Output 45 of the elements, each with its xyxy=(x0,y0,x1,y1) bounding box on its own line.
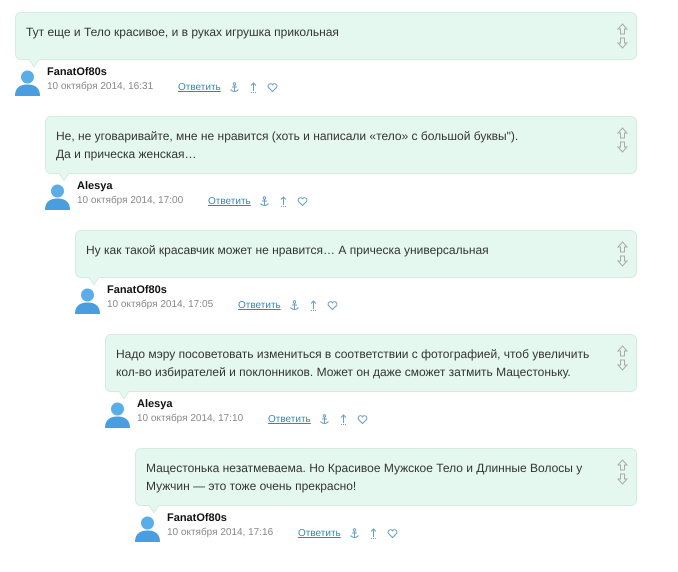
avatar-icon xyxy=(45,183,70,210)
comment-date: 10 октября 2014, 16:31 xyxy=(47,80,154,94)
comment-date: 10 октября 2014, 17:10 xyxy=(137,412,244,426)
anchor-icon[interactable] xyxy=(318,414,330,424)
vote-up-icon[interactable] xyxy=(617,23,628,35)
anchor-icon[interactable] xyxy=(228,82,240,92)
reply-link[interactable]: Ответить xyxy=(268,414,311,424)
author-name: FanatOf80s xyxy=(167,511,228,526)
vote-down-icon[interactable] xyxy=(617,255,628,267)
heart-icon[interactable] xyxy=(266,82,278,92)
heart-icon[interactable] xyxy=(356,414,368,424)
reply-link[interactable]: Ответить xyxy=(238,300,281,310)
avatar-icon xyxy=(15,69,40,96)
author-name: Alesya xyxy=(77,179,114,194)
author-name: Alesya xyxy=(137,397,174,412)
heart-icon[interactable] xyxy=(296,196,308,206)
comment-date: 10 октября 2014, 17:05 xyxy=(107,298,214,312)
anchor-icon[interactable] xyxy=(348,528,360,538)
vote-up-icon[interactable] xyxy=(617,127,628,139)
vote-down-icon[interactable] xyxy=(617,359,628,371)
anchor-icon[interactable] xyxy=(258,196,270,206)
heart-icon[interactable] xyxy=(386,528,398,538)
anchor-icon[interactable] xyxy=(288,300,300,310)
heart-icon[interactable] xyxy=(326,300,338,310)
comment-date: 10 октября 2014, 17:00 xyxy=(77,194,184,208)
vote-down-icon[interactable] xyxy=(617,37,628,49)
comment-text: Ну как такой красавчик может не нравится… А прическа универсальная xyxy=(86,242,490,259)
avatar-icon xyxy=(135,515,160,542)
comment-text: Тут еще и Тело красивое, и в руках игрушка прикольная xyxy=(26,24,340,41)
reply-link[interactable]: Ответить xyxy=(178,82,221,92)
comment-text: Не, не уговаривайте, мне не нравится (хоть и написали «тело» с большой буквы"). Да и прическа женская… xyxy=(56,128,520,163)
comment-date: 10 октября 2014, 17:16 xyxy=(167,526,274,540)
vote-up-icon[interactable] xyxy=(617,241,628,253)
vote-down-icon[interactable] xyxy=(617,141,628,153)
comment-text: Мацестонька незатмеваема. Но Красивое Мужское Тело и Длинные Волосы у Мужчин — это тоже очень прекрасно! xyxy=(146,460,584,495)
vote-up-icon[interactable] xyxy=(617,345,628,357)
author-name: FanatOf80s xyxy=(47,65,108,80)
vote-up-icon[interactable] xyxy=(617,459,628,471)
reply-link[interactable]: Ответить xyxy=(208,196,251,206)
reply-link[interactable]: Ответить xyxy=(298,528,341,538)
avatar-icon xyxy=(105,401,130,428)
vote-down-icon[interactable] xyxy=(617,473,628,485)
comment-text: Надо мэру посоветовать измениться в соответствии с фотографией, чтоб увеличить кол-во избирателей и поклонников. Может он даже сможет затмить Мацестоньку. xyxy=(116,346,590,381)
author-name: FanatOf80s xyxy=(107,283,168,298)
avatar-icon xyxy=(75,287,100,314)
